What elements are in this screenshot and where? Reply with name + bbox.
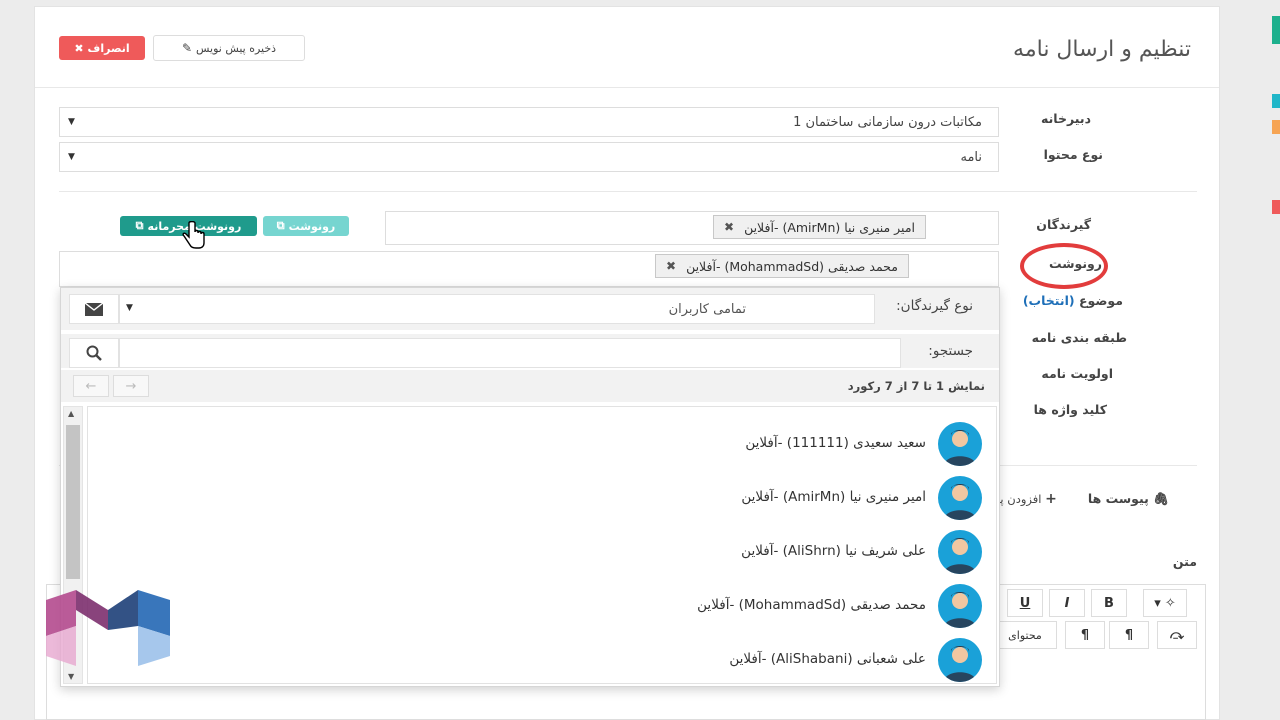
cc-tag: محمد صدیقی (MohammadSd) -آفلاین ✖ xyxy=(655,254,909,278)
save-draft-button[interactable]: ذخیره پیش نویس ✎ xyxy=(153,35,305,61)
text-label: متن xyxy=(1172,554,1197,569)
user-avatar-icon xyxy=(944,646,976,682)
caret-down-icon: ▼ xyxy=(68,152,75,162)
side-marker-red xyxy=(1272,200,1280,214)
remove-tag-icon[interactable]: ✖ xyxy=(666,259,676,273)
priority-label: اولویت نامه xyxy=(1041,366,1113,381)
secretariat-select[interactable]: مکاتبات درون سازمانی ساختمان 1 ▼ xyxy=(59,107,999,137)
recipient-type-value: تمامی کاربران xyxy=(668,301,746,317)
next-page-button[interactable]: → xyxy=(113,375,149,397)
user-name: امیر منیری نیا (AmirMn) -آفلاین xyxy=(741,489,926,505)
records-info: نمایش 1 تا 7 از 7 رکورد xyxy=(847,379,985,393)
rtl-paragraph-button[interactable]: ¶ xyxy=(1109,621,1149,649)
user-name: علی شعبانی (AliShabani) -آفلاین xyxy=(729,651,926,667)
user-list: سعید سعیدی (111111) -آفلاین امیر منیری ن… xyxy=(87,406,997,684)
highlight-circle xyxy=(1020,243,1108,289)
scroll-up-icon[interactable]: ▲ xyxy=(68,409,74,418)
search-button[interactable] xyxy=(69,338,119,368)
italic-button[interactable]: I xyxy=(1049,589,1085,617)
attachments-label-text: پیوست ها xyxy=(1087,491,1149,506)
secretariat-value: مکاتبات درون سازمانی ساختمان 1 xyxy=(793,114,982,130)
plus-icon: + xyxy=(1045,491,1057,507)
page-title: تنظیم و ارسال نامه xyxy=(1013,37,1191,62)
list-item[interactable]: علی شعبانی (AliShabani) -آفلاین xyxy=(88,633,996,683)
envelope-button[interactable] xyxy=(69,294,119,324)
scrollbar-thumb[interactable] xyxy=(66,425,80,579)
editor-content-label: محتوای xyxy=(1008,628,1042,642)
list-item[interactable]: سعید سعیدی (111111) -آفلاین xyxy=(88,417,996,471)
cc-tag-label: محمد صدیقی (MohammadSd) -آفلاین xyxy=(686,258,898,274)
search-icon xyxy=(86,345,102,361)
cc-button-label: رونوشت xyxy=(288,219,336,233)
subject-label-text: موضوع xyxy=(1078,293,1123,308)
form-divider xyxy=(59,191,1197,192)
recipients-label: گیرندگان xyxy=(1036,217,1091,232)
content-dropdown[interactable]: محتوای xyxy=(993,621,1057,649)
cancel-label: انصراف xyxy=(87,41,130,55)
user-name: علی شریف نیا (AliShrn) -آفلاین xyxy=(741,543,926,559)
copy-icon: ⧉ xyxy=(276,219,285,232)
user-avatar-icon xyxy=(944,592,976,628)
search-input[interactable] xyxy=(119,338,901,368)
ltr-paragraph-button[interactable]: ¶ xyxy=(1065,621,1105,649)
cc-button[interactable]: رونوشت ⧉ xyxy=(263,216,349,236)
avatar xyxy=(938,476,982,520)
list-item[interactable]: امیر منیری نیا (AmirMn) -آفلاین xyxy=(88,471,996,525)
hand-cursor-icon xyxy=(182,221,205,249)
content-type-select[interactable]: نامه ▼ xyxy=(59,142,999,172)
caret-down-icon: ▼ xyxy=(126,303,133,313)
search-label: جستجو: xyxy=(928,343,973,359)
keywords-label: کلید واژه ها xyxy=(1033,402,1107,417)
secretariat-label: دبیرخانه xyxy=(1041,111,1091,126)
avatar xyxy=(938,422,982,466)
paperclip-icon: 🖇 xyxy=(1153,491,1169,506)
user-avatar-icon xyxy=(944,484,976,520)
close-icon: ✖ xyxy=(74,41,84,55)
content-type-label: نوع محتوا xyxy=(1043,147,1103,162)
user-avatar-icon xyxy=(944,538,976,574)
save-draft-label: ذخیره پیش نویس xyxy=(196,41,277,55)
cancel-button[interactable]: انصراف ✖ xyxy=(59,36,145,60)
recipient-picker-dropdown: نوع گیرندگان: تمامی کاربران ▼ جستجو: ← →… xyxy=(60,287,1000,687)
redo-button[interactable]: ⤼ xyxy=(1157,621,1197,649)
avatar xyxy=(938,638,982,682)
copy-icon: ⧉ xyxy=(135,219,144,232)
content-type-value: نامه xyxy=(960,149,982,165)
envelope-icon xyxy=(85,302,103,316)
user-name: سعید سعیدی (111111) -آفلاین xyxy=(745,435,926,451)
side-marker-orange xyxy=(1272,120,1280,134)
user-name: محمد صدیقی (MohammadSd) -آفلاین xyxy=(697,597,926,613)
bold-button[interactable]: B xyxy=(1091,589,1127,617)
subject-select-link[interactable]: (انتخاب) xyxy=(1023,293,1075,308)
side-marker-cyan xyxy=(1272,94,1280,108)
prev-page-button[interactable]: ← xyxy=(73,375,109,397)
avatar xyxy=(938,530,982,574)
subject-label: موضوع (انتخاب) xyxy=(1023,293,1123,308)
add-attachment-button[interactable]: + افزودن پیو xyxy=(991,491,1057,507)
recipient-type-label: نوع گیرندگان: xyxy=(896,298,973,314)
underline-button[interactable]: U xyxy=(1007,589,1043,617)
side-marker-green xyxy=(1272,16,1280,44)
brand-logo-icon xyxy=(46,590,170,666)
list-item[interactable]: علی شریف نیا (AliShrn) -آفلاین xyxy=(88,525,996,579)
scroll-down-icon[interactable]: ▼ xyxy=(68,672,74,681)
header-divider xyxy=(35,87,1219,88)
list-item[interactable]: محمد صدیقی (MohammadSd) -آفلاین xyxy=(88,579,996,633)
recipient-tag: امیر منیری نیا (AmirMn) -آفلاین ✖ xyxy=(713,215,926,239)
magic-wand-button[interactable]: ▾ ✧ xyxy=(1143,589,1187,617)
category-label: طبقه بندی نامه xyxy=(1031,330,1127,345)
avatar xyxy=(938,584,982,628)
recipient-type-select[interactable]: تمامی کاربران ▼ xyxy=(119,294,875,324)
caret-down-icon: ▼ xyxy=(68,117,75,127)
user-avatar-icon xyxy=(944,430,976,466)
pencil-icon: ✎ xyxy=(181,41,192,55)
remove-tag-icon[interactable]: ✖ xyxy=(724,220,734,234)
recipient-tag-label: امیر منیری نیا (AmirMn) -آفلاین xyxy=(744,219,915,235)
attachments-label[interactable]: 🖇 پیوست ها xyxy=(1088,491,1169,507)
